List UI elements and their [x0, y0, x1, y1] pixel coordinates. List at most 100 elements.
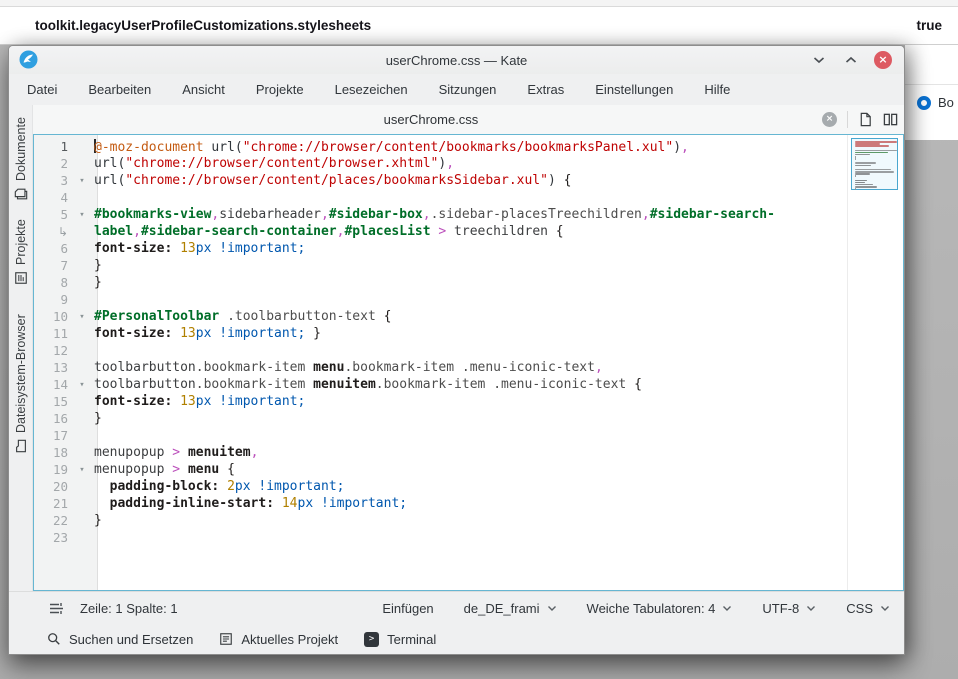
code-line: 9	[34, 291, 847, 308]
code-text[interactable]: url("chrome://browser/content/browser.xh…	[90, 156, 847, 171]
menu-ansicht[interactable]: Ansicht	[182, 82, 225, 97]
chevron-down-icon	[722, 605, 732, 612]
code-line: 22}	[34, 512, 847, 529]
code-line: 21 padding-inline-start: 14px !important…	[34, 495, 847, 512]
close-document-icon[interactable]: ×	[822, 112, 837, 127]
fold-marker-icon[interactable]: ▾	[74, 176, 90, 186]
menu-lesezeichen[interactable]: Lesezeichen	[335, 82, 408, 97]
line-number: 4	[34, 190, 74, 205]
tab-userchrome[interactable]: userChrome.css	[33, 112, 829, 127]
statusbar-item-label: UTF-8	[762, 601, 799, 616]
code-line: 7}	[34, 257, 847, 274]
menu-projekte[interactable]: Projekte	[256, 82, 304, 97]
tool-button-suchen-und-ersetzen[interactable]: Suchen und Ersetzen	[47, 632, 193, 647]
menu-hilfe[interactable]: Hilfe	[704, 82, 730, 97]
menu-einstellungen[interactable]: Einstellungen	[595, 82, 673, 97]
tool-button-label: Terminal	[387, 632, 436, 647]
project-list-icon	[14, 271, 28, 285]
code-text[interactable]: font-size: 13px !important;	[90, 394, 847, 409]
code-line: 3▾url("chrome://browser/content/places/b…	[34, 172, 847, 189]
line-number: 5	[34, 207, 74, 222]
line-number: 7	[34, 258, 74, 273]
indentation-settings-icon[interactable]	[49, 602, 64, 615]
terminal-icon: >	[364, 632, 379, 647]
separator	[847, 111, 848, 128]
code-line: 15font-size: 13px !important;	[34, 393, 847, 410]
line-number: 1	[34, 139, 74, 154]
sidebar-tab-dokumente[interactable]: Dokumente	[9, 111, 33, 203]
statusbar-utf-8[interactable]: UTF-8	[762, 601, 816, 616]
statusbar-weiche-tabulatoren-4[interactable]: Weiche Tabulatoren: 4	[587, 601, 733, 616]
code-text[interactable]: toolbarbutton.bookmark-item menuitem.boo…	[90, 377, 847, 392]
menu-datei[interactable]: Datei	[27, 82, 57, 97]
code-text[interactable]: @-moz-document url("chrome://browser/con…	[90, 139, 847, 155]
statusbar-einf-gen[interactable]: Einfügen	[382, 601, 433, 616]
line-number: 14	[34, 377, 74, 392]
minimap[interactable]	[847, 135, 903, 590]
code-text[interactable]: #PersonalToolbar .toolbarbutton-text {	[90, 309, 847, 324]
new-document-icon[interactable]	[858, 112, 873, 127]
tool-button-label: Suchen und Ersetzen	[69, 632, 193, 647]
line-number: 2	[34, 156, 74, 171]
maximize-button[interactable]	[842, 51, 860, 69]
line-number: 23	[34, 530, 74, 545]
cursor-position[interactable]: Zeile: 1 Spalte: 1	[80, 601, 178, 616]
statusbar-item-label: Weiche Tabulatoren: 4	[587, 601, 716, 616]
line-number: 18	[34, 445, 74, 460]
tool-button-row: Suchen und Ersetzen Aktuelles Projekt > Ter…	[9, 624, 904, 654]
titlebar[interactable]: userChrome.css — Kate ×	[9, 46, 904, 74]
sidebar-tab-dateisystem-browser[interactable]: Dateisystem-Browser	[9, 293, 33, 455]
search-icon	[47, 632, 61, 646]
code-editor[interactable]: 1 @-moz-document url("chrome://browser/co…	[33, 134, 904, 591]
menu-extras[interactable]: Extras	[527, 82, 564, 97]
line-number: 9	[34, 292, 74, 307]
fold-marker-icon[interactable]: ▾	[74, 312, 90, 322]
sidebar-tab-projekte[interactable]: Projekte	[9, 207, 33, 287]
code-line: 2 url("chrome://browser/content/browser.x…	[34, 155, 847, 172]
wrap-marker: ↳	[34, 225, 74, 239]
code-text[interactable]: #bookmarks-view,sidebarheader,#sidebar-b…	[90, 207, 847, 222]
code-text[interactable]: }	[90, 513, 847, 528]
code-text[interactable]: }	[90, 275, 847, 290]
statusbar-css[interactable]: CSS	[846, 601, 890, 616]
boolean-radio-option[interactable]: Bo	[905, 85, 958, 110]
toolview-sidebar: Dokumente Projekte Dateisystem-Browser	[9, 105, 33, 591]
statusbar-de-de-frami[interactable]: de_DE_frami	[464, 601, 557, 616]
code-text[interactable]: }	[90, 258, 847, 273]
code-text[interactable]: menupopup > menu {	[90, 462, 847, 477]
config-pref-row[interactable]: toolkit.legacyUserProfileCustomizations.…	[0, 7, 958, 44]
fold-marker-icon[interactable]: ▾	[74, 210, 90, 220]
tool-button-label: Aktuelles Projekt	[241, 632, 338, 647]
split-view-icon[interactable]	[883, 112, 898, 127]
window-title: userChrome.css — Kate	[9, 53, 904, 68]
code-text[interactable]: font-size: 13px !important; }	[90, 326, 847, 341]
code-line: 19▾menupopup > menu {	[34, 461, 847, 478]
menu-sitzungen[interactable]: Sitzungen	[439, 82, 497, 97]
code-text[interactable]: label,#sidebar-search-container,#placesL…	[90, 224, 847, 239]
code-text[interactable]: padding-block: 2px !important;	[90, 479, 847, 494]
code-text[interactable]: font-size: 13px !important;	[90, 241, 847, 256]
code-text[interactable]: padding-inline-start: 14px !important;	[90, 496, 847, 511]
code-line: 6font-size: 13px !important;	[34, 240, 847, 257]
line-number: 11	[34, 326, 74, 341]
minimap-view-indicator[interactable]	[851, 138, 898, 190]
minimize-button[interactable]	[810, 51, 828, 69]
fold-marker-icon[interactable]: ▾	[74, 380, 90, 390]
code-text[interactable]: toolbarbutton.bookmark-item menu.bookmar…	[90, 360, 847, 375]
tool-button-aktuelles-projekt[interactable]: Aktuelles Projekt	[219, 632, 338, 647]
tool-button-terminal[interactable]: > Terminal	[364, 632, 436, 647]
menu-bearbeiten[interactable]: Bearbeiten	[88, 82, 151, 97]
line-number: 3	[34, 173, 74, 188]
code-line: ↳ label,#sidebar-search-container,#places…	[34, 223, 847, 240]
code-line: 18 menupopup > menuitem,	[34, 444, 847, 461]
code-text[interactable]: menupopup > menuitem,	[90, 445, 847, 460]
code-text[interactable]: }	[90, 411, 847, 426]
line-number: 8	[34, 275, 74, 290]
fold-marker-icon[interactable]: ▾	[74, 465, 90, 475]
code-text[interactable]: url("chrome://browser/content/places/boo…	[90, 173, 847, 188]
line-number: 19	[34, 462, 74, 477]
line-number: 16	[34, 411, 74, 426]
statusbar: Zeile: 1 Spalte: 1 Einfügen de_DE_frami We…	[9, 591, 904, 624]
close-button[interactable]: ×	[874, 51, 892, 69]
document-tabbar[interactable]: userChrome.css ×	[33, 105, 904, 134]
